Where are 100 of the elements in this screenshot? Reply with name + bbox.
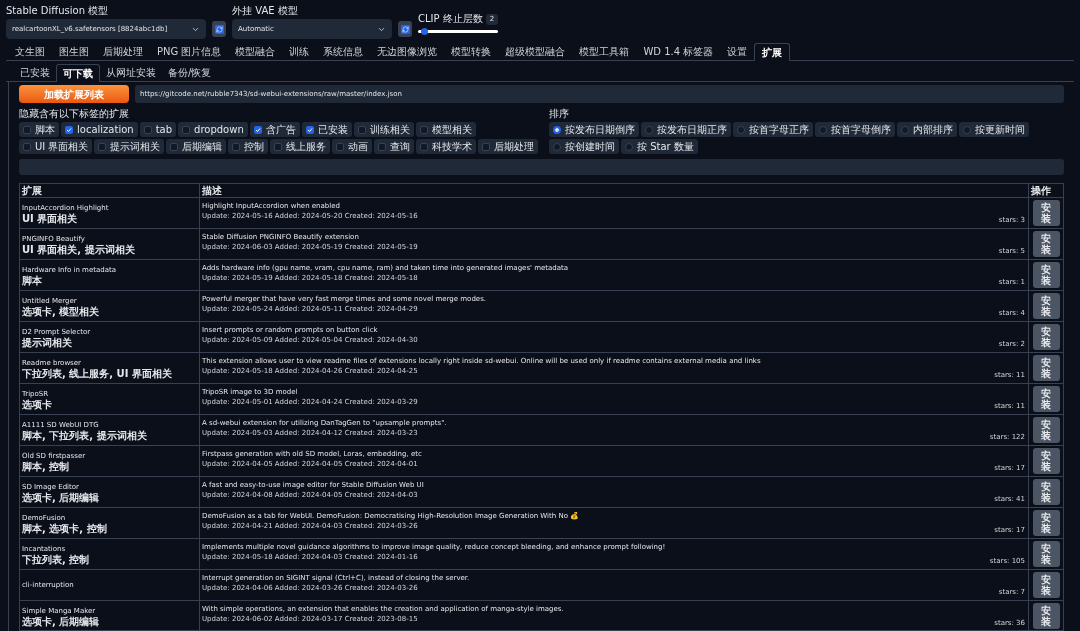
extension-tags: UI 界面相关, 提示词相关 (22, 243, 135, 255)
sub-tab[interactable]: 已安装 (14, 64, 56, 81)
filter-option[interactable]: 动画 (332, 139, 373, 154)
tab[interactable]: PNG 图片信息 (150, 43, 229, 60)
install-button[interactable]: 安装 (1032, 293, 1060, 319)
filter-option[interactable]: 训练相关 (353, 122, 414, 137)
sort-option[interactable]: 按更新时间 (959, 122, 1029, 137)
filter-option[interactable]: 科技学术 (416, 139, 477, 154)
filter-option[interactable]: 查询 (374, 139, 415, 154)
checkbox[interactable] (482, 142, 491, 151)
field-label: CLIP 终止层数 (418, 13, 483, 25)
tab[interactable]: 后期处理 (96, 43, 150, 60)
sub-tab[interactable]: 备份/恢复 (162, 64, 218, 81)
radio[interactable] (553, 125, 561, 134)
tab[interactable]: 扩展 (754, 43, 791, 61)
radio[interactable] (625, 142, 633, 151)
refresh-icon (214, 24, 224, 34)
tab[interactable]: 无边图像浏览 (370, 43, 445, 60)
checkbox[interactable] (170, 142, 179, 151)
radio[interactable] (901, 125, 909, 134)
filter-option[interactable]: 后期处理 (478, 139, 539, 154)
filter-option[interactable]: 已安装 (301, 122, 352, 137)
filter-option[interactable]: 模型相关 (415, 122, 476, 137)
tab[interactable]: 模型工具箱 (572, 43, 637, 60)
checkbox[interactable] (182, 125, 191, 134)
filter-option[interactable]: 提示词相关 (94, 139, 165, 154)
checkbox[interactable] (143, 125, 152, 134)
tab[interactable]: 设置 (720, 43, 755, 60)
checkbox[interactable] (23, 142, 31, 151)
refresh-icon (400, 24, 410, 34)
tab[interactable]: WD 1.4 标签器 (636, 43, 721, 60)
checkbox[interactable] (305, 125, 314, 134)
tab[interactable]: 图生图 (52, 43, 96, 60)
checkbox[interactable] (378, 142, 387, 151)
checkbox[interactable] (232, 142, 241, 151)
extension-tags: UI 界面相关 (22, 212, 78, 224)
radio[interactable] (819, 125, 827, 134)
extension-tags: 脚本, 控制 (22, 460, 70, 472)
extension-tags: 脚本, 选项卡, 控制 (22, 522, 107, 534)
radio[interactable] (737, 125, 745, 134)
tab[interactable]: 模型融合 (228, 43, 283, 60)
sort-option[interactable]: 按创建时间 (549, 139, 619, 154)
refresh-button[interactable] (212, 21, 226, 37)
filter-option[interactable]: dropdown (178, 122, 248, 137)
install-button[interactable]: 安装 (1032, 448, 1060, 474)
field-label: 外挂 VAE 模型 (232, 5, 299, 17)
checkbox[interactable] (419, 125, 428, 134)
tab[interactable]: 文生图 (8, 43, 52, 60)
field-label: Stable Diffusion 模型 (6, 5, 110, 17)
tab[interactable]: 系统信息 (316, 43, 371, 60)
sort-option[interactable]: 按发布日期倒序 (549, 122, 639, 137)
filter-option[interactable]: UI 界面相关 (19, 139, 93, 154)
install-button[interactable]: 安装 (1032, 510, 1060, 536)
install-button[interactable]: 安装 (1032, 324, 1060, 350)
checkbox[interactable] (420, 142, 429, 151)
filter-option[interactable]: localization (61, 122, 138, 137)
install-button[interactable]: 安装 (1032, 200, 1060, 226)
sub-tab[interactable]: 从网址安装 (100, 64, 162, 81)
slider-thumb[interactable] (421, 28, 429, 35)
filter-option[interactable]: 控制 (228, 139, 269, 154)
checkbox[interactable] (253, 125, 262, 134)
filter-option[interactable]: 线上服务 (270, 139, 331, 154)
radio[interactable] (553, 142, 561, 151)
sort-option[interactable]: 按 Star 数量 (621, 139, 698, 154)
filter-option[interactable]: 脚本 (19, 122, 59, 137)
install-button[interactable]: 安装 (1032, 572, 1060, 598)
extension-tags: 选项卡 (22, 398, 52, 410)
filter-option[interactable]: tab (139, 122, 177, 137)
tab[interactable]: 模型转换 (444, 43, 499, 60)
sub-tab[interactable]: 可下载 (56, 64, 100, 82)
radio[interactable] (963, 125, 971, 134)
checkbox[interactable] (98, 142, 107, 151)
filter-option[interactable]: 后期编辑 (166, 139, 227, 154)
install-button[interactable]: 安装 (1032, 479, 1060, 505)
text-area[interactable] (19, 159, 1064, 175)
checkbox[interactable] (336, 142, 345, 151)
tab[interactable]: 训练 (282, 43, 317, 60)
install-button[interactable]: 安装 (1032, 603, 1060, 629)
install-button[interactable]: 安装 (1032, 262, 1060, 288)
section-label: 隐藏含有以下标签的扩展 (19, 108, 130, 120)
filter-option[interactable]: 含广告 (249, 122, 300, 137)
install-button[interactable]: 安装 (1032, 417, 1060, 443)
checkbox[interactable] (274, 142, 283, 151)
tab[interactable]: 超级模型融合 (498, 43, 573, 60)
sort-option[interactable]: 内部排序 (897, 122, 957, 137)
install-button[interactable]: 安装 (1032, 386, 1060, 412)
checkbox[interactable] (357, 125, 366, 134)
sort-option[interactable]: 按首字母正序 (733, 122, 813, 137)
extension-tags: 下拉列表, 线上服务, UI 界面相关 (22, 367, 172, 379)
install-button[interactable]: 安装 (1032, 541, 1060, 567)
extension-tags: 提示词相关 (22, 336, 72, 348)
install-button[interactable]: 安装 (1032, 231, 1060, 257)
radio[interactable] (645, 125, 653, 134)
checkbox[interactable] (65, 125, 73, 134)
checkbox[interactable] (23, 125, 31, 134)
sort-option[interactable]: 按首字母倒序 (815, 122, 895, 137)
install-button[interactable]: 安装 (1032, 355, 1060, 381)
extension-tags: 脚本 (22, 274, 42, 286)
sort-option[interactable]: 按发布日期正序 (641, 122, 731, 137)
refresh-button[interactable] (398, 21, 412, 37)
